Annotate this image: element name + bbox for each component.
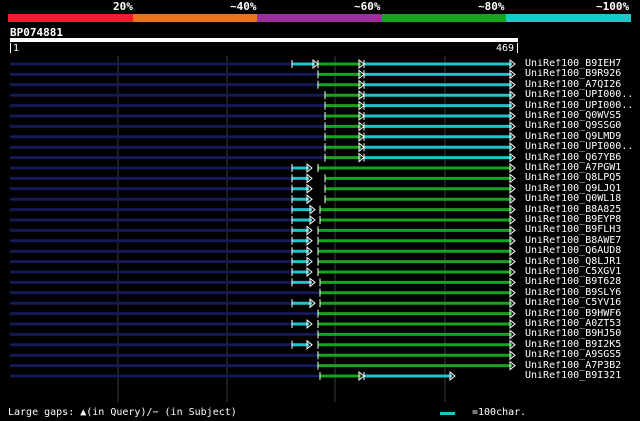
- hit-label[interactable]: UniRef100_B9T628: [525, 277, 637, 287]
- hit-label[interactable]: UniRef100_B9FLH3: [525, 225, 637, 235]
- hit-label[interactable]: UniRef100_Q67YB6: [525, 153, 637, 163]
- hit-label[interactable]: UniRef100_Q8LJR1: [525, 257, 637, 267]
- gap-legend-text: Large gaps: ▲(in Query)/− (in Subject): [8, 407, 237, 418]
- hit-label[interactable]: UniRef100_C5YV16: [525, 298, 637, 308]
- scale-text: =100char.: [472, 407, 527, 418]
- hit-label[interactable]: UniRef100_UPI000..: [525, 90, 637, 100]
- hit-label[interactable]: UniRef100_Q9SSG0: [525, 121, 637, 131]
- hit-label[interactable]: UniRef100_Q9LMD9: [525, 132, 637, 142]
- scale-bar: [440, 412, 455, 415]
- hit-label[interactable]: UniRef100_B9R926: [525, 69, 637, 79]
- hit-label[interactable]: UniRef100_B9HJ50: [525, 329, 637, 339]
- hit-label[interactable]: UniRef100_Q0WL18: [525, 194, 637, 204]
- hit-label[interactable]: UniRef100_B9I321: [525, 371, 637, 381]
- hit-label[interactable]: UniRef100_Q0WVS5: [525, 111, 637, 121]
- hit-label[interactable]: UniRef100_A9SGS5: [525, 350, 637, 360]
- hit-label[interactable]: UniRef100_B9SLY6: [525, 288, 637, 298]
- hit-label[interactable]: UniRef100_UPI000..: [525, 142, 637, 152]
- hit-label[interactable]: UniRef100_A0ZT53: [525, 319, 637, 329]
- hit-label[interactable]: UniRef100_C5XGV1: [525, 267, 637, 277]
- hit-label[interactable]: UniRef100_A7P3B2: [525, 361, 637, 371]
- hit-label[interactable]: UniRef100_A7PGW1: [525, 163, 637, 173]
- hit-label[interactable]: UniRef100_Q8LPQ5: [525, 173, 637, 183]
- hit-label[interactable]: UniRef100_B8A825: [525, 205, 637, 215]
- hit-label[interactable]: UniRef100_B8AWE7: [525, 236, 637, 246]
- hit-label[interactable]: UniRef100_B9HWF6: [525, 309, 637, 319]
- hit-label[interactable]: UniRef100_B9IEH7: [525, 59, 637, 69]
- hit-label[interactable]: UniRef100_B9I2K5: [525, 340, 637, 350]
- hit-label[interactable]: UniRef100_A7QI26: [525, 80, 637, 90]
- hit-label[interactable]: UniRef100_Q9LJQ1: [525, 184, 637, 194]
- hit-label[interactable]: UniRef100_B9EYP8: [525, 215, 637, 225]
- hit-label[interactable]: UniRef100_Q6AUD8: [525, 246, 637, 256]
- hit-label[interactable]: UniRef100_UPI000..: [525, 101, 637, 111]
